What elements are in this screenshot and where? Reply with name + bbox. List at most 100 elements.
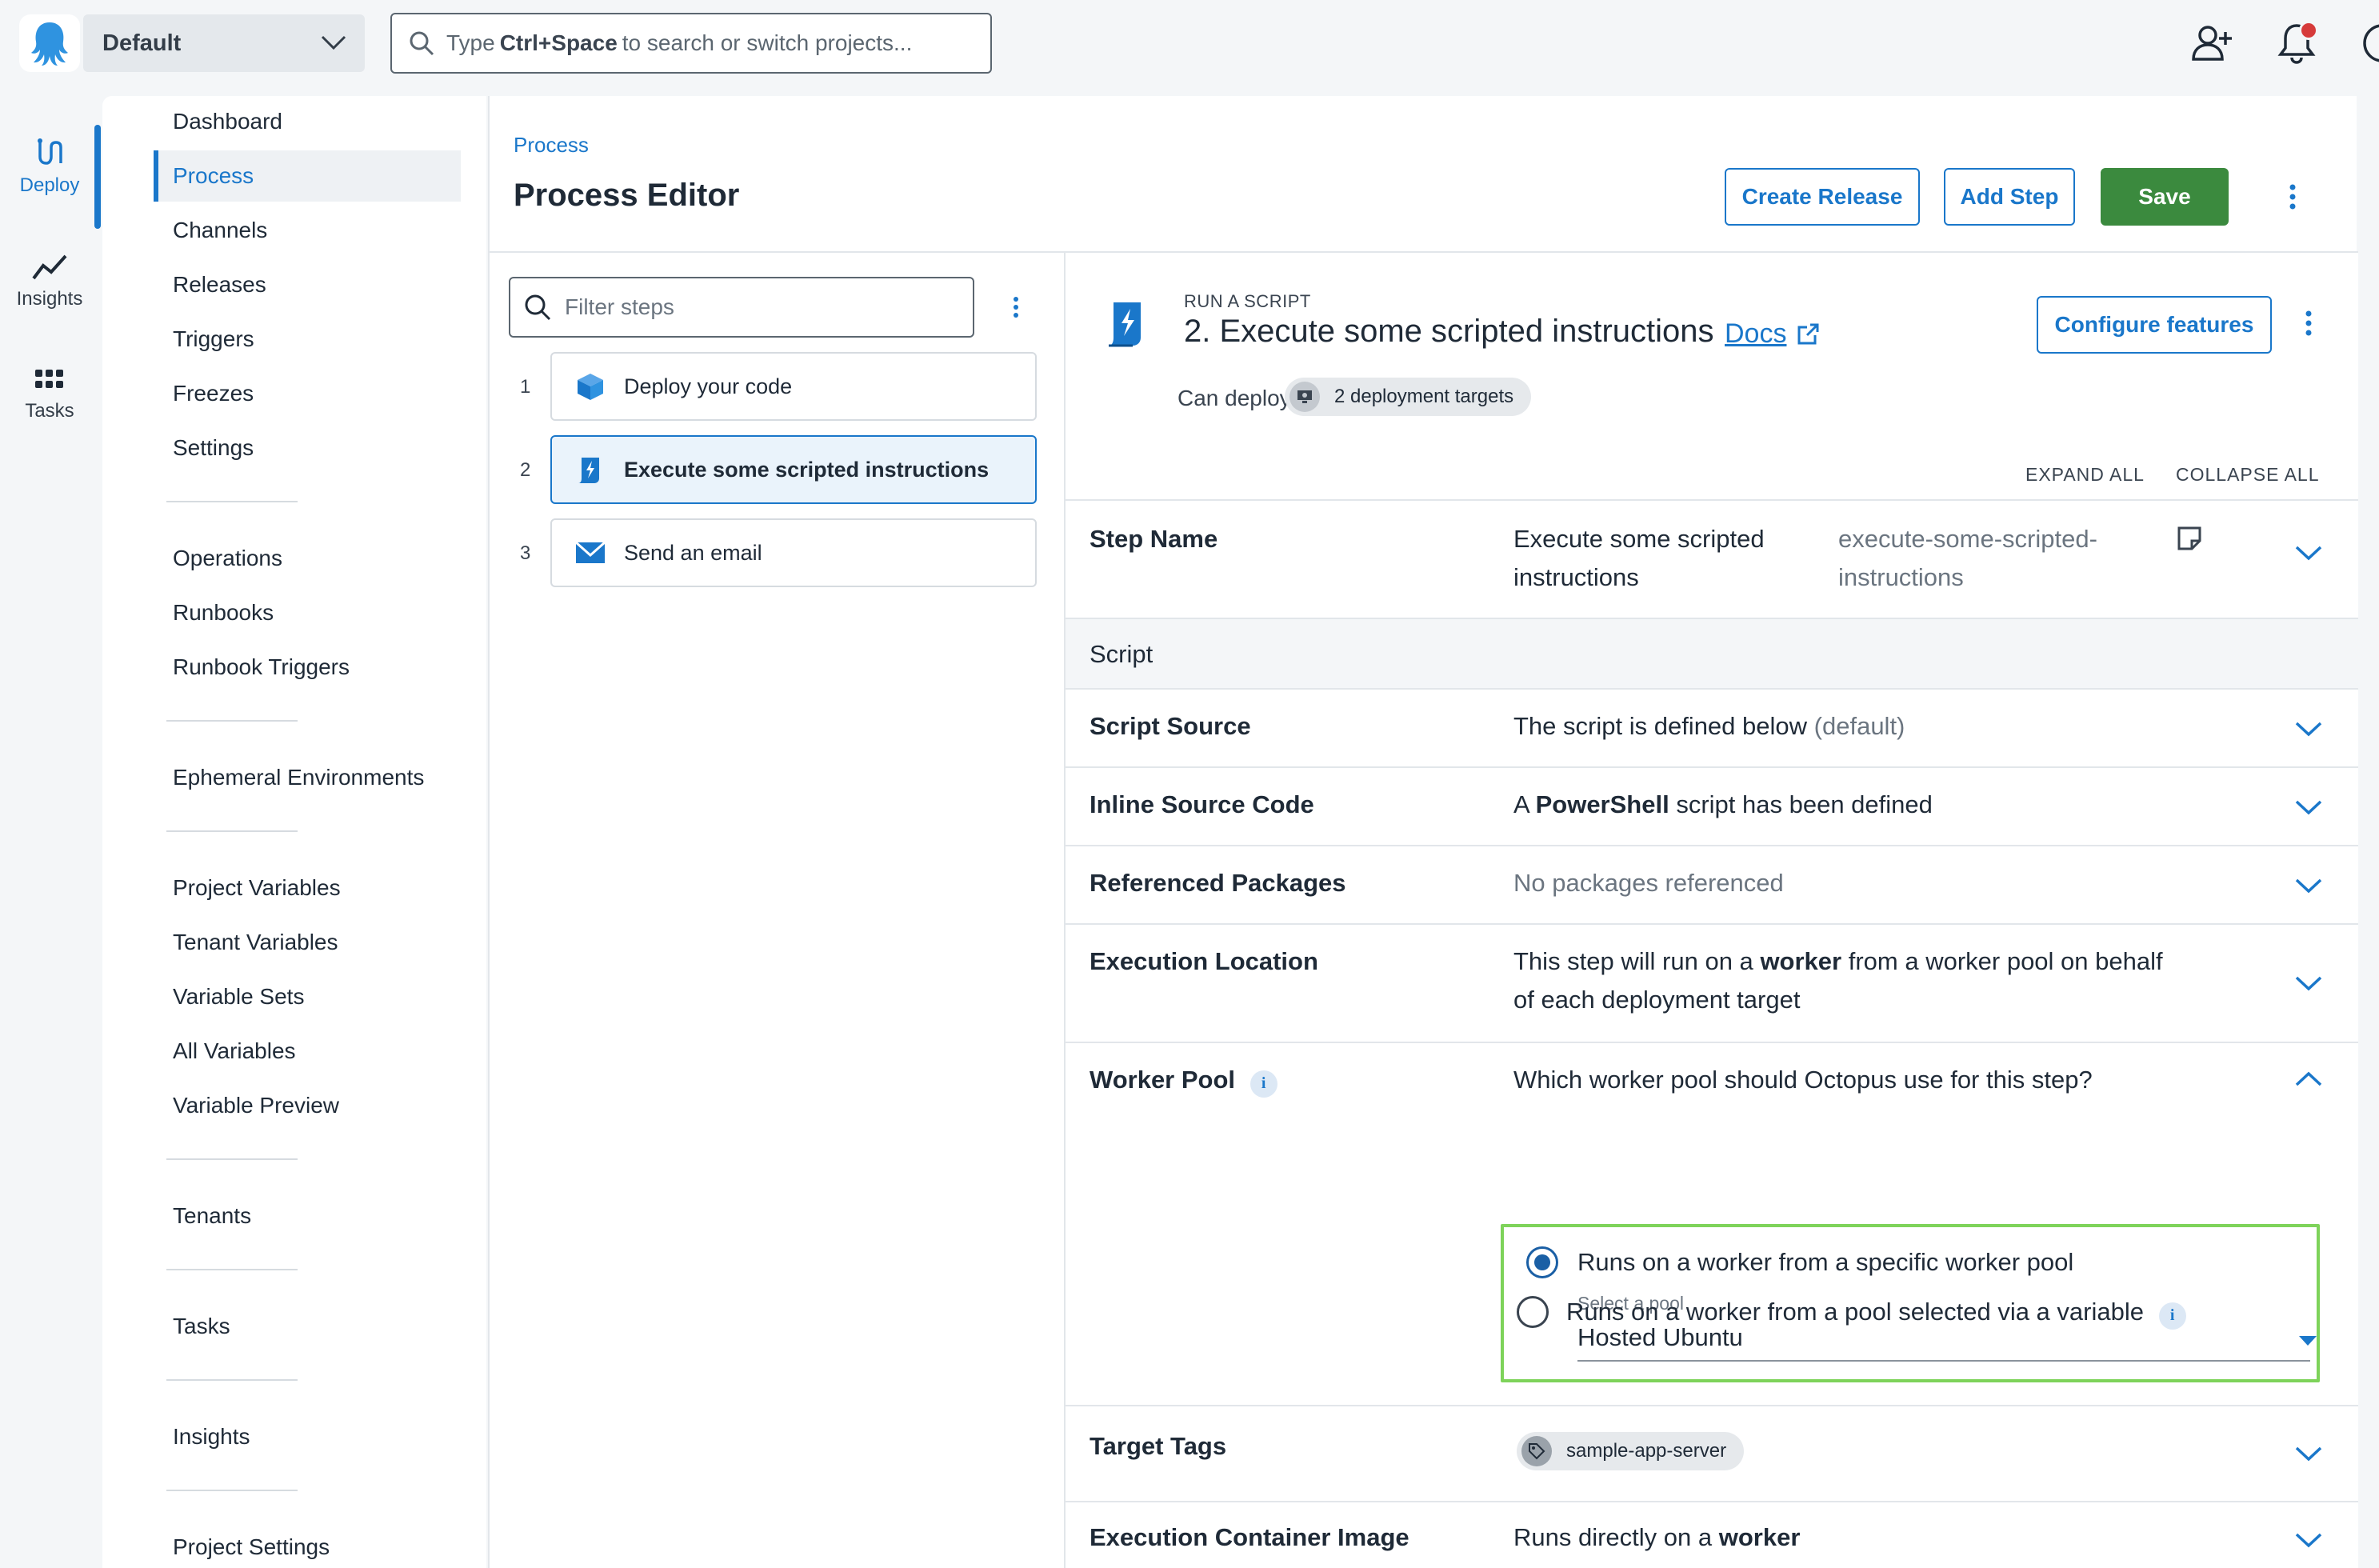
space-name: Default (102, 30, 182, 56)
row-label: Step Name (1090, 525, 1218, 553)
nav-ephemeral-environments[interactable]: Ephemeral Environments (173, 765, 424, 790)
search-prefix: Type (446, 30, 495, 55)
chevron-down-icon[interactable] (2294, 544, 2323, 562)
chevron-down-icon[interactable] (2294, 798, 2323, 816)
filter-steps-input[interactable]: Filter steps (509, 277, 974, 338)
nav-runbook-triggers[interactable]: Runbook Triggers (173, 654, 350, 680)
nav-releases[interactable]: Releases (173, 272, 266, 298)
nav-process[interactable]: Process (154, 150, 461, 202)
chevron-down-icon[interactable] (2294, 974, 2323, 992)
tag-icon (1521, 1436, 1552, 1466)
option-variable-pool-text[interactable]: Runs on a worker from a pool selected vi… (1566, 1298, 2186, 1330)
execution-container-row[interactable]: Execution Container Image Runs directly … (1066, 1501, 2358, 1568)
nav-divider (166, 1158, 298, 1160)
project-search-input[interactable]: Type Ctrl+Space to search or switch proj… (390, 13, 992, 74)
inline-source-suffix: script has been defined (1676, 790, 1933, 818)
chevron-down-icon[interactable] (2294, 720, 2323, 738)
docs-link[interactable]: Docs (1725, 318, 1820, 350)
script-source-text: The script is defined below (1513, 712, 1808, 740)
chevron-down-icon[interactable] (2294, 1445, 2323, 1462)
dropdown-arrow-icon[interactable] (2297, 1334, 2318, 1347)
script-source-row[interactable]: Script Source The script is defined belo… (1066, 688, 2358, 766)
space-selector[interactable]: Default (83, 14, 365, 72)
step-name-value: Execute some scripted instructions (1513, 520, 1765, 597)
nav-variable-preview[interactable]: Variable Preview (173, 1093, 339, 1118)
rail-item-deploy[interactable]: Deploy (0, 136, 99, 197)
step-card-execute-scripted-instructions[interactable]: Execute some scripted instructions (550, 435, 1037, 504)
tag-label: sample-app-server (1566, 1440, 1727, 1462)
insights-icon (32, 254, 67, 280)
search-icon (525, 294, 551, 321)
nav-insights[interactable]: Insights (173, 1424, 250, 1450)
step-slug-value: execute-some-scripted- instructions (1838, 520, 2097, 597)
chevron-up-icon[interactable] (2294, 1070, 2323, 1088)
step-title: 2. Execute some scripted instructions (1184, 314, 1714, 349)
nav-all-variables[interactable]: All Variables (173, 1038, 296, 1064)
inline-source-prefix: A (1513, 790, 1529, 818)
nav-dashboard[interactable]: Dashboard (173, 109, 282, 134)
info-icon[interactable]: i (1249, 1070, 1277, 1098)
step-card-send-email[interactable]: Send an email (550, 518, 1037, 587)
container-image-value: Runs directly on a worker (1513, 1518, 1800, 1557)
filter-placeholder: Filter steps (565, 294, 674, 319)
radio-variable-pool-outside[interactable] (1517, 1296, 1549, 1328)
deployment-targets-chip[interactable]: 2 deployment targets (1285, 378, 1532, 416)
nav-tenant-variables[interactable]: Tenant Variables (173, 930, 338, 955)
nav-divider (166, 720, 298, 722)
external-link-icon (1797, 323, 1819, 344)
worker-pool-label: Worker Pool (1090, 1066, 1236, 1094)
rail-label: Deploy (19, 174, 80, 196)
save-button[interactable]: Save (2101, 168, 2229, 226)
add-step-button[interactable]: Add Step (1944, 168, 2075, 226)
octopus-logo[interactable] (19, 14, 80, 72)
step-slug-line: instructions (1838, 563, 1964, 591)
header-more-icon[interactable] (2277, 173, 2309, 221)
execution-location-line1: This step will run on a worker from a wo… (1513, 942, 2163, 981)
nav-tenants[interactable]: Tenants (173, 1203, 251, 1229)
chevron-down-icon[interactable] (2294, 877, 2323, 894)
nav-freezes[interactable]: Freezes (173, 381, 254, 406)
rail-item-insights[interactable]: Insights (0, 253, 99, 310)
info-icon[interactable]: i (2158, 1302, 2186, 1330)
steps-more-icon[interactable] (1000, 283, 1032, 331)
configure-features-button[interactable]: Configure features (2037, 296, 2272, 354)
target-tags-row[interactable]: Target Tags sample-app-server (1066, 1405, 2358, 1501)
inline-source-row[interactable]: Inline Source Code A PowerShell script h… (1066, 766, 2358, 845)
row-label: Execution Location (1090, 947, 1318, 975)
nav-channels[interactable]: Channels (173, 218, 267, 243)
nav-runbooks[interactable]: Runbooks (173, 600, 274, 626)
nav-variable-sets[interactable]: Variable Sets (173, 984, 304, 1010)
step-type-label: RUN A SCRIPT (1184, 291, 1311, 311)
referenced-packages-row[interactable]: Referenced Packages No packages referenc… (1066, 845, 2358, 923)
step-slug-line: execute-some-scripted- (1838, 525, 2097, 553)
step-more-icon[interactable] (2293, 299, 2325, 347)
main-content: Process Process Editor Create Release Ad… (488, 96, 2358, 1568)
worker-pool-question: Which worker pool should Octopus use for… (1513, 1066, 2093, 1094)
collapse-all-link[interactable]: COLLAPSE ALL (2176, 464, 2320, 486)
nav-project-settings[interactable]: Project Settings (173, 1534, 330, 1560)
option-specific-pool-label[interactable]: Runs on a worker from a specific worker … (1577, 1248, 2073, 1277)
search-suffix: to search or switch projects... (622, 30, 913, 55)
nav-project-variables[interactable]: Project Variables (173, 875, 341, 901)
container-image-bold: worker (1718, 1523, 1801, 1551)
rail-item-tasks[interactable]: Tasks (0, 366, 99, 422)
radio-specific-pool[interactable] (1526, 1246, 1558, 1278)
expand-all-link[interactable]: EXPAND ALL (2025, 464, 2145, 486)
edit-slug-icon[interactable] (2176, 525, 2203, 552)
nav-triggers[interactable]: Triggers (173, 326, 254, 352)
script-source-default: (default) (1813, 712, 1905, 740)
step-name-row[interactable]: Step Name Execute some scripted instruct… (1066, 499, 2358, 618)
nav-operations[interactable]: Operations (173, 546, 282, 571)
select-underline (1577, 1360, 2310, 1362)
inline-source-language: PowerShell (1535, 790, 1669, 818)
step-card-deploy-your-code[interactable]: Deploy your code (550, 352, 1037, 421)
execution-location-row[interactable]: Execution Location This step will run on… (1066, 923, 2358, 1042)
add-user-icon[interactable] (2190, 21, 2235, 66)
nav-tasks[interactable]: Tasks (173, 1314, 230, 1339)
chevron-down-icon[interactable] (2294, 1531, 2323, 1549)
create-release-button[interactable]: Create Release (1725, 168, 1920, 226)
help-icon[interactable] (2361, 21, 2379, 66)
breadcrumb[interactable]: Process (514, 133, 589, 158)
nav-settings[interactable]: Settings (173, 435, 254, 461)
row-label: Execution Container Image (1090, 1523, 1409, 1551)
